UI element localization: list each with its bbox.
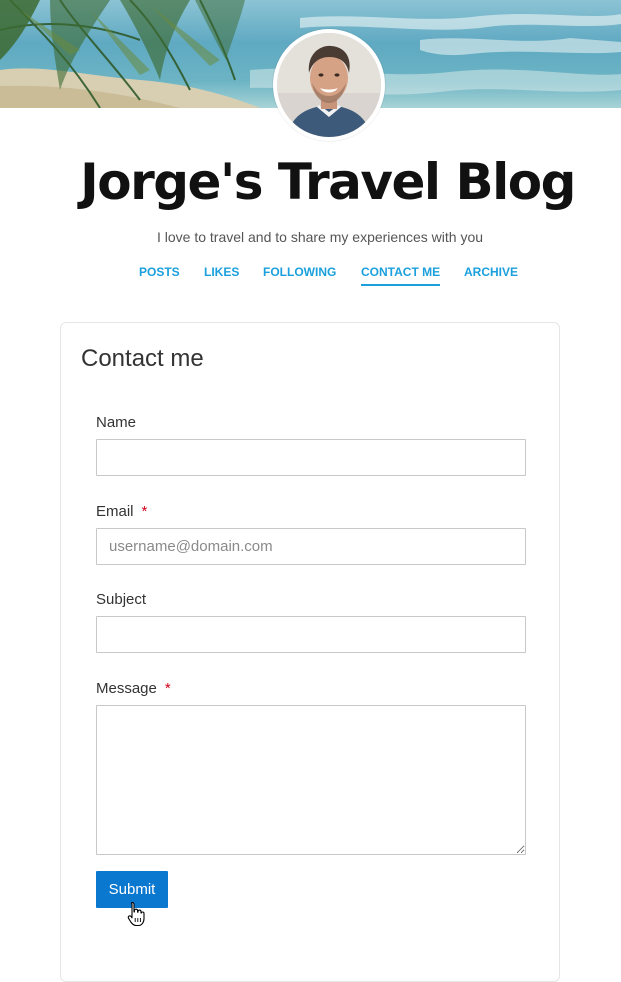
blog-title: Jorge's Travel Blog <box>80 153 576 211</box>
required-marker: * <box>164 680 171 697</box>
submit-button[interactable]: Submit <box>96 871 168 908</box>
message-label: Message * <box>96 680 171 697</box>
avatar <box>273 29 385 141</box>
subject-label: Subject <box>96 591 147 608</box>
blog-tagline: I love to travel and to share my experie… <box>156 229 484 245</box>
nav-archive[interactable]: ARCHIVE <box>464 264 518 284</box>
blog-navigation: POSTS LIKES FOLLOWING CONTACT ME ARCHIVE <box>0 264 621 288</box>
message-field[interactable] <box>96 705 526 855</box>
profile-photo <box>277 33 381 137</box>
nav-likes[interactable]: LIKES <box>204 264 239 284</box>
name-field[interactable] <box>96 439 526 476</box>
nav-posts[interactable]: POSTS <box>139 264 180 284</box>
name-label: Name <box>96 414 137 431</box>
required-marker: * <box>141 503 148 520</box>
form-title: Contact me <box>81 345 204 372</box>
contact-form-card: Contact me Name Email* Subject Message* … <box>60 322 560 982</box>
subject-field[interactable] <box>96 616 526 653</box>
nav-contact-me[interactable]: CONTACT ME <box>361 264 441 286</box>
email-field[interactable] <box>96 528 526 565</box>
nav-following[interactable]: FOLLOWING <box>263 264 336 284</box>
email-label: Email * <box>96 503 148 520</box>
